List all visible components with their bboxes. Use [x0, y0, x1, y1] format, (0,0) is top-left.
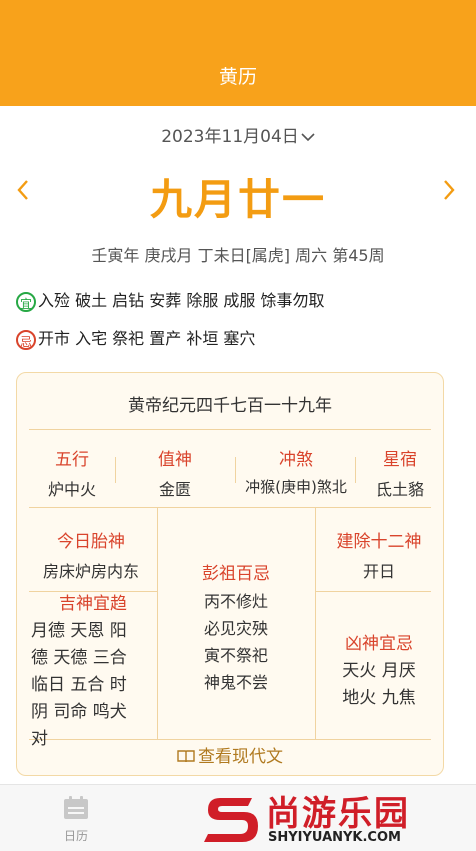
view-modern-text-link[interactable]: 查看现代文: [17, 742, 443, 767]
wuxing-label: 五行: [55, 450, 89, 470]
almanac-card: 黄帝纪元四千七百一十九年 五行 炉中火 值神 金匮 冲煞 冲猴(庚申)煞北 星宿…: [16, 372, 444, 776]
watermark-logo-icon: [204, 798, 258, 842]
pengzu-line: 丙不修灶: [203, 592, 268, 611]
pengzu-cell: 彭祖百忌 丙不修灶 必见灾殃 寅不祭祀 神鬼不尝: [157, 559, 315, 696]
book-icon: [177, 748, 195, 763]
app-header: 黄历: [0, 0, 476, 106]
xiongshen-line: 天火 月厌: [342, 661, 416, 681]
xiongshen-line: 地火 九焦: [342, 688, 416, 708]
tab-calendar[interactable]: 日历: [36, 795, 116, 844]
divider: [29, 507, 431, 508]
pengzu-line: 神鬼不尝: [203, 673, 268, 692]
chevron-down-icon: [301, 130, 315, 146]
wuxing-value: 炉中火: [47, 480, 96, 499]
tab-calendar-label: 日历: [63, 829, 88, 843]
jishen-line: 临日 五合 时: [31, 675, 127, 695]
taishen-value: 房床炉房内东: [42, 562, 139, 581]
zhishen-value: 金匮: [158, 480, 191, 499]
jishen-cell: 吉神宜趋 月德 天恩 阳 德 天德 三合 临日 五合 时 阴 司命 鸣犬 对: [21, 589, 165, 753]
view-modern-text-label: 查看现代文: [198, 747, 283, 767]
suitable-row: 宜入殓 破土 启钻 安葬 除服 成服 馀事勿取: [16, 287, 325, 312]
avoid-text: 开市 入宅 祭祀 置产 补垣 塞穴: [38, 329, 256, 348]
date-text: 2023年11月04日: [161, 127, 299, 147]
xingsu-label: 星宿: [383, 450, 417, 470]
jishen-line: 德 天德 三合: [31, 648, 127, 668]
avoid-row: 忌开市 入宅 祭祀 置产 补垣 塞穴: [16, 325, 255, 350]
watermark-name: 尚游乐园: [266, 794, 410, 834]
suitable-text: 入殓 破土 启钻 安葬 除服 成服 馀事勿取: [38, 291, 325, 310]
page-title: 黄历: [218, 66, 257, 88]
chongsha-label: 冲煞: [279, 450, 313, 470]
lunar-date: 九月廿一: [149, 175, 326, 224]
jishen-line: 月德 天恩 阳: [31, 621, 127, 641]
xiongshen-label: 凶神宜忌: [345, 634, 413, 654]
divider: [315, 591, 431, 592]
jishen-label: 吉神宜趋: [59, 594, 127, 614]
watermark: 尚游乐园 SHYIYUANYK.COM: [196, 786, 476, 850]
card-title: 黄帝纪元四千七百一十九年: [128, 396, 332, 416]
next-day-button[interactable]: [442, 172, 456, 212]
xingsu-value: 氐土貉: [375, 480, 424, 499]
jianchu-label: 建除十二神: [336, 532, 422, 552]
taishen-cell: 今日胎神 房床炉房内东: [25, 527, 157, 582]
suitable-badge: 宜: [16, 291, 36, 312]
pengzu-line: 必见灾殃: [203, 619, 268, 638]
calendar-icon: [64, 796, 88, 819]
chongsha-cell: 冲煞 冲猴(庚申)煞北: [233, 445, 359, 497]
taishen-label: 今日胎神: [57, 532, 125, 552]
jishen-line: 阴 司命 鸣犬: [31, 702, 127, 722]
zhishen-label: 值神: [158, 450, 192, 470]
jianchu-cell: 建除十二神 开日: [315, 527, 443, 582]
date-selector[interactable]: 2023年11月04日: [0, 122, 476, 147]
divider: [29, 429, 431, 430]
zhishen-cell: 值神 金匮: [123, 445, 227, 500]
xiongshen-cell: 凶神宜忌 天火 月厌 地火 九焦: [315, 629, 443, 712]
avoid-badge: 忌: [16, 329, 36, 350]
ganzhi-info: 壬寅年 庚戌月 丁未日[属虎] 周六 第45周: [91, 246, 385, 265]
chevron-right-icon: [444, 180, 455, 200]
pengzu-line: 寅不祭祀: [203, 646, 268, 665]
watermark-url: SHYIYUANYK.COM: [268, 830, 401, 845]
jianchu-value: 开日: [362, 562, 395, 581]
pengzu-label: 彭祖百忌: [202, 564, 270, 584]
chongsha-value: 冲猴(庚申)煞北: [245, 478, 347, 496]
xingsu-cell: 星宿 氐土貉: [357, 445, 443, 500]
wuxing-cell: 五行 炉中火: [21, 445, 123, 500]
